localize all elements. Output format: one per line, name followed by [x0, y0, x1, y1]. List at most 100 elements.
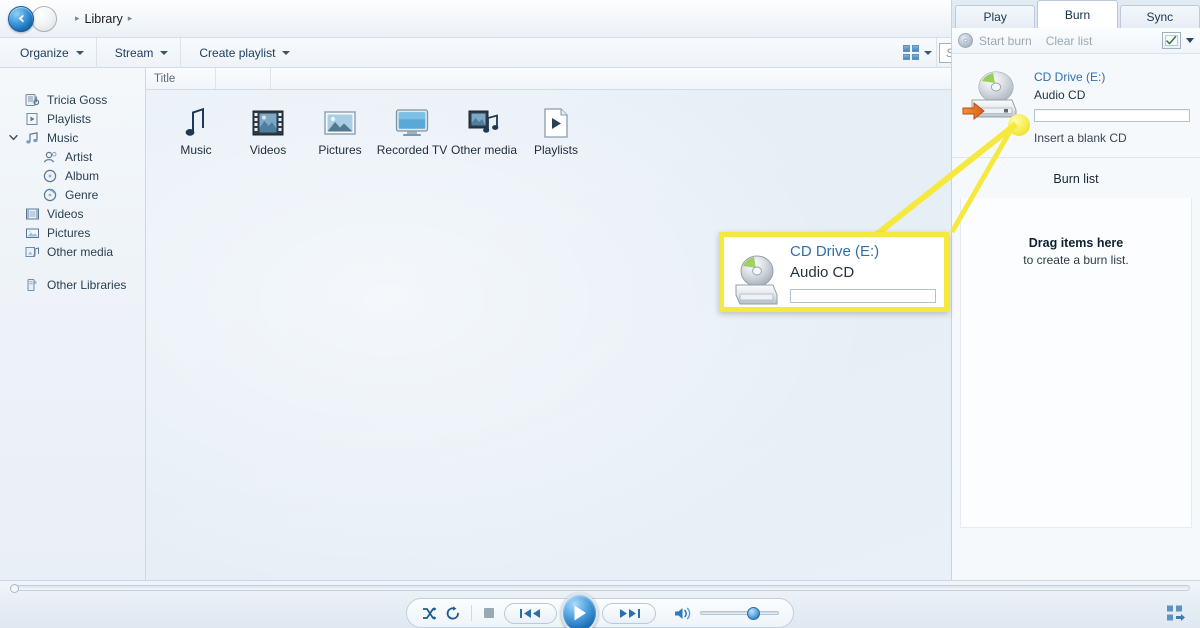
burn-drive-section: CD Drive (E:) Audio CD Insert a blank CD	[952, 54, 1200, 158]
magnified-callout: CD Drive (E:) Audio CD Insert a blank CD	[719, 232, 949, 312]
column-header-title[interactable]: Title	[146, 68, 216, 89]
seek-handle[interactable]	[10, 584, 19, 593]
forward-arrow-icon[interactable]	[31, 5, 57, 32]
column-header-row: Title	[146, 68, 951, 90]
repeat-icon[interactable]	[445, 605, 461, 621]
chevron-expanded-icon[interactable]	[8, 132, 19, 143]
sidebar-item-label: Album	[65, 168, 100, 183]
start-burn-button[interactable]: Start burn	[958, 33, 1032, 48]
sidebar-item-artist[interactable]: Artist	[0, 147, 145, 166]
create-playlist-menu[interactable]: Create playlist	[189, 42, 300, 64]
callout-origin-dot	[1008, 114, 1030, 136]
category-label: Music	[180, 143, 212, 157]
create-playlist-label: Create playlist	[199, 45, 276, 60]
sidebar-item-label: Playlists	[47, 111, 92, 126]
transport-divider	[471, 605, 472, 621]
sidebar-item-label: Genre	[65, 187, 99, 202]
sidebar-item-label: Videos	[47, 206, 84, 221]
column-header-blank[interactable]	[216, 68, 271, 89]
sidebar-item-genre[interactable]: Genre	[0, 185, 145, 204]
sidebar-item-label: Other Libraries	[47, 277, 127, 292]
back-arrow-icon[interactable]	[8, 5, 34, 32]
sidebar-item-pictures[interactable]: Pictures	[0, 223, 145, 242]
category-label: Recorded TV	[376, 143, 448, 157]
tab-sync[interactable]: Sync	[1119, 5, 1200, 28]
sidebar-item-album[interactable]: Album	[0, 166, 145, 185]
transport-controls	[406, 593, 794, 628]
library-content-area: Title Music Videos Pictures Recorded TV …	[146, 68, 951, 580]
drive-info: CD Drive (E:) Audio CD Insert a blank CD	[1034, 68, 1190, 145]
view-options-icon	[903, 45, 919, 60]
seek-bar-wrapper[interactable]	[10, 584, 1190, 593]
volume-handle[interactable]	[746, 607, 760, 620]
playlist-play-icon	[543, 104, 569, 138]
burn-list-drop-area[interactable]: Drag items here to create a burn list.	[960, 198, 1192, 528]
callout-media-type: Audio CD	[790, 264, 855, 281]
sidebar-item-tricia-goss[interactable]: Tricia Goss	[0, 90, 145, 109]
volume-icon[interactable]	[674, 606, 692, 621]
drive-capacity-bar	[1034, 109, 1190, 122]
clear-list-label: Clear list	[1045, 33, 1093, 48]
callout-content: CD Drive (E:) Audio CD Insert a blank CD	[724, 237, 944, 312]
breadcrumb-separator-right[interactable]: ▸	[128, 13, 133, 24]
sidebar-item-other-libraries[interactable]: Other Libraries	[0, 275, 145, 294]
category-label: Pictures	[318, 143, 362, 157]
sidebar-item-playlists[interactable]: Playlists	[0, 109, 145, 128]
category-tile-other-media[interactable]: Other media	[448, 104, 520, 157]
category-tile-pictures[interactable]: Pictures	[304, 104, 376, 157]
tab-play[interactable]: Play	[955, 5, 1036, 28]
artist-icon	[42, 149, 58, 164]
category-label: Playlists	[533, 143, 578, 157]
callout-cd-drive-link[interactable]: CD Drive (E:)	[790, 243, 936, 260]
album-icon	[42, 168, 58, 183]
category-tile-recorded-tv[interactable]: Recorded TV	[376, 104, 448, 157]
sidebar-item-other-media[interactable]: Other media	[0, 242, 145, 261]
sidebar-item-label: Other media	[47, 244, 114, 259]
volume-slider[interactable]	[699, 607, 780, 620]
previous-track-icon[interactable]	[503, 602, 558, 624]
sidebar-item-music[interactable]: Music	[0, 128, 145, 147]
media-player-window: ▸ Library ▸ Organize Stream Create playl…	[0, 0, 1200, 628]
stop-icon[interactable]	[482, 606, 496, 620]
stream-menu[interactable]: Stream	[105, 42, 179, 64]
burn-options-icon[interactable]	[1162, 32, 1181, 49]
callout-cd-drive-icon	[732, 237, 780, 307]
sidebar-item-label: Artist	[65, 149, 93, 164]
sidebar-item-videos[interactable]: Videos	[0, 204, 145, 223]
breadcrumb: ▸ Library ▸	[75, 12, 132, 26]
chevron-down-icon	[160, 50, 169, 55]
switch-to-now-playing-icon[interactable]	[1164, 602, 1188, 624]
category-tiles: Music Videos Pictures Recorded TV Other …	[146, 90, 951, 157]
tab-label: Sync	[1146, 10, 1174, 24]
clear-list-button[interactable]: Clear list	[1046, 34, 1093, 48]
sidebar-item-label: Pictures	[47, 225, 91, 240]
organize-menu[interactable]: Organize	[10, 42, 94, 64]
picture-icon	[24, 225, 40, 240]
view-options-button[interactable]	[903, 45, 932, 60]
category-tile-playlists[interactable]: Playlists	[520, 104, 592, 157]
next-track-icon[interactable]	[602, 602, 656, 624]
callout-hint-text: Insert a blank CD	[790, 311, 936, 312]
breadcrumb-library[interactable]: Library	[85, 12, 123, 26]
category-tile-videos[interactable]: Videos	[232, 104, 304, 157]
category-tile-music[interactable]: Music	[160, 104, 232, 157]
tab-burn[interactable]: Burn	[1037, 0, 1118, 28]
right-list-panel: Play Burn Sync Start burn Clear list CD …	[951, 0, 1200, 580]
cd-drive-link[interactable]: CD Drive (E:)	[1034, 70, 1190, 84]
play-icon[interactable]	[561, 593, 599, 628]
drop-title: Drag items here	[1028, 236, 1124, 250]
other-media-icon	[24, 244, 40, 259]
shuffle-icon[interactable]	[421, 606, 437, 621]
video-icon	[24, 206, 40, 221]
seek-bar[interactable]	[10, 585, 1190, 591]
nav-buttons	[8, 5, 57, 32]
chevron-down-icon	[75, 50, 84, 55]
genre-icon	[42, 187, 58, 202]
chevron-down-icon	[282, 50, 291, 55]
burn-options-chevron-down-icon[interactable]	[1186, 38, 1194, 43]
breadcrumb-separator-left: ▸	[75, 13, 80, 23]
other-libraries-icon	[24, 277, 40, 292]
chevron-down-icon	[924, 50, 932, 55]
sidebar-item-label: Tricia Goss	[47, 92, 108, 107]
